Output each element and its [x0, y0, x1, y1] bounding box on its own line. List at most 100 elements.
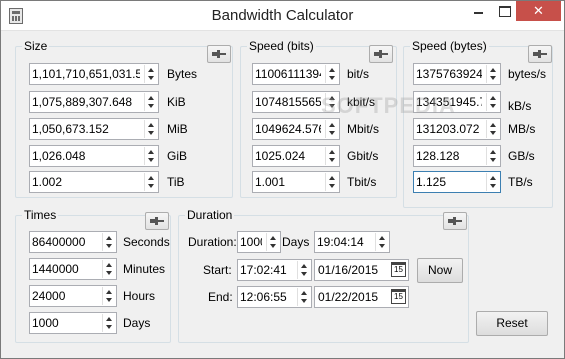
start-time-value: 17:02:41 [240, 263, 287, 277]
size-gib-input[interactable]: 1,026.048 [29, 145, 159, 167]
speed-bits-bit-input[interactable]: 11006111394084 [252, 63, 340, 85]
speed-bits-mbit-value: 1049624.576 [255, 122, 321, 136]
speed-bytes-tb-value: 1.125 [416, 175, 447, 189]
pin-icon [150, 217, 164, 225]
size-mib-input[interactable]: 1,050,673.152 [29, 118, 159, 140]
duration-time-input[interactable]: 19:04:14 [314, 231, 390, 253]
speed-bits-tbit-input[interactable]: 1.001 [252, 171, 340, 193]
maximize-button[interactable] [490, 1, 518, 21]
times-hours-value: 24000 [32, 289, 66, 303]
speed-bits-bit-unit: bit/s [347, 67, 370, 81]
now-button[interactable]: Now [417, 258, 463, 283]
speed-bits-pin-button[interactable] [369, 45, 393, 63]
spin-arrows[interactable] [266, 233, 279, 251]
duration-time-value: 19:04:14 [317, 235, 364, 249]
duration-pin-button[interactable] [443, 212, 467, 230]
close-button[interactable]: ✕ [516, 1, 561, 21]
size-bytes-input[interactable]: 1,101,710,651,031.55 [29, 63, 159, 85]
spin-arrows[interactable] [325, 120, 338, 138]
start-date-field[interactable]: 01/16/2015 15 [314, 259, 409, 281]
speed-bytes-byte-input[interactable]: 1375763924251 [413, 63, 501, 85]
times-seconds-input[interactable]: 86400000 [29, 231, 117, 253]
size-group-label: Size [22, 39, 50, 53]
size-pin-button[interactable] [207, 45, 231, 63]
duration-days-input[interactable]: 1000 [237, 231, 281, 253]
start-time-input[interactable]: 17:02:41 [237, 259, 312, 281]
speed-bytes-pin-button[interactable] [528, 45, 552, 63]
size-bytes-unit: Bytes [167, 67, 198, 81]
spin-arrows[interactable] [144, 93, 157, 111]
spin-arrows[interactable] [102, 287, 115, 305]
speed-bits-bit-value: 11006111394084 [255, 67, 321, 81]
pin-icon [533, 50, 547, 58]
spin-arrows[interactable] [325, 173, 338, 191]
speed-bytes-mb-unit: MB/s [508, 122, 536, 136]
spin-arrows[interactable] [486, 173, 499, 191]
speed-bytes-group-label: Speed (bytes) [410, 39, 489, 53]
times-seconds-value: 86400000 [32, 235, 86, 249]
times-minutes-input[interactable]: 1440000 [29, 258, 117, 280]
spin-arrows[interactable] [297, 288, 310, 306]
speed-bytes-mb-input[interactable]: 131203.072 [413, 118, 501, 140]
times-days-unit: Days [123, 316, 151, 330]
times-days-input[interactable]: 1000 [29, 312, 117, 334]
duration-days-unit: Days [282, 235, 310, 249]
size-tib-value: 1.002 [32, 175, 63, 189]
calendar-icon[interactable]: 15 [391, 262, 406, 277]
spin-arrows[interactable] [102, 233, 115, 251]
spin-arrows[interactable] [486, 120, 499, 138]
minimize-button[interactable] [464, 1, 492, 21]
spin-arrows[interactable] [144, 173, 157, 191]
speed-bits-gbit-input[interactable]: 1025.024 [252, 145, 340, 167]
spin-arrows[interactable] [297, 261, 310, 279]
start-date-value: 01/16/2015 [318, 263, 379, 277]
duration-label: Duration: [188, 235, 237, 249]
reset-button[interactable]: Reset [476, 311, 548, 336]
speed-bytes-byte-value: 1375763924251 [416, 67, 482, 81]
times-hours-input[interactable]: 24000 [29, 285, 117, 307]
spin-arrows[interactable] [486, 65, 499, 83]
speed-bits-mbit-unit: Mbit/s [347, 122, 380, 136]
speed-bytes-tb-input[interactable]: 1.125 [413, 171, 501, 193]
spin-arrows[interactable] [375, 233, 388, 251]
watermark: SOFTPEDIA [321, 93, 456, 118]
spin-arrows[interactable] [486, 147, 499, 165]
calendar-icon[interactable]: 15 [391, 289, 406, 304]
spin-arrows[interactable] [102, 314, 115, 332]
end-time-input[interactable]: 12:06:55 [237, 286, 312, 308]
speed-bytes-gb-input[interactable]: 128.128 [413, 145, 501, 167]
speed-bytes-mb-value: 131203.072 [416, 122, 480, 136]
spin-arrows[interactable] [102, 260, 115, 278]
end-date-field[interactable]: 01/22/2015 15 [314, 286, 409, 308]
spin-arrows[interactable] [325, 147, 338, 165]
size-mib-value: 1,050,673.152 [32, 122, 109, 136]
speed-bits-group-label: Speed (bits) [247, 39, 316, 53]
times-pin-button[interactable] [145, 212, 169, 230]
pin-icon [374, 50, 388, 58]
pin-icon [448, 217, 462, 225]
app-window: Bandwidth Calculator ✕ Size 1,101,710,65… [0, 0, 565, 359]
size-kib-unit: KiB [167, 95, 186, 109]
speed-bytes-byte-unit: bytes/s [508, 67, 547, 81]
end-time-value: 12:06:55 [240, 290, 287, 304]
speed-bytes-gb-unit: GB/s [508, 149, 535, 163]
duration-days-value: 1000 [240, 235, 262, 249]
size-tib-input[interactable]: 1.002 [29, 171, 159, 193]
spin-arrows[interactable] [144, 147, 157, 165]
speed-bytes-gb-value: 128.128 [416, 149, 460, 163]
speed-bits-mbit-input[interactable]: 1049624.576 [252, 118, 340, 140]
spin-arrows[interactable] [325, 65, 338, 83]
end-label: End: [208, 290, 233, 304]
speed-bits-tbit-value: 1.001 [255, 175, 286, 189]
speed-bits-tbit-unit: Tbit/s [347, 175, 377, 189]
size-gib-value: 1,026.048 [32, 149, 86, 163]
times-minutes-value: 1440000 [32, 262, 79, 276]
size-tib-unit: TiB [167, 175, 185, 189]
spin-arrows[interactable] [486, 93, 499, 111]
spin-arrows[interactable] [144, 65, 157, 83]
times-days-value: 1000 [32, 316, 59, 330]
size-kib-input[interactable]: 1,075,889,307.648 [29, 91, 159, 113]
size-kib-value: 1,075,889,307.648 [32, 95, 133, 109]
spin-arrows[interactable] [144, 120, 157, 138]
pin-icon [212, 50, 226, 58]
